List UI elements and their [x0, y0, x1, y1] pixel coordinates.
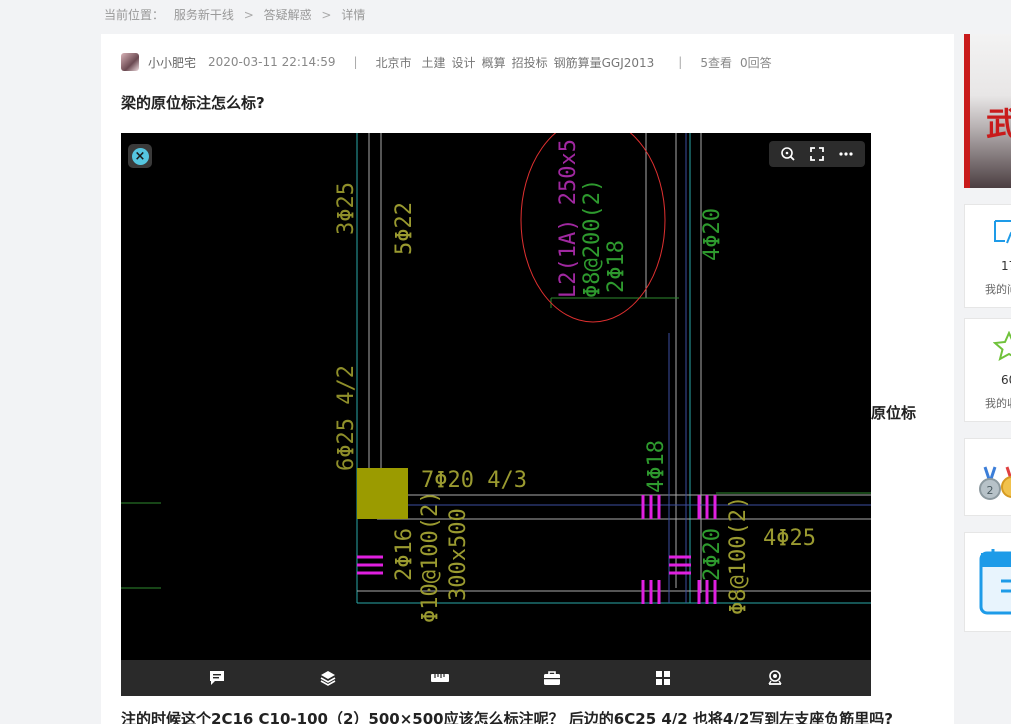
drawing-label: 5Φ22	[392, 202, 417, 255]
drawing-label: 7Φ20 4/3	[421, 468, 527, 493]
cad-drawing: 3Φ25 5Φ22 6Φ25 4/2 L2(1A) 250x5 Φ8@200(2…	[121, 133, 871, 623]
layers-button[interactable]	[316, 666, 340, 690]
zoom-button[interactable]	[777, 143, 799, 165]
drawing-label: Φ8@100(2)	[726, 496, 751, 615]
svg-text:2: 2	[987, 484, 994, 497]
drawing-label: 4Φ18	[644, 440, 669, 493]
grid-view-button[interactable]	[651, 666, 675, 690]
my-questions-count: 17	[1001, 259, 1011, 273]
post-meta: 小小肥宅 2020-03-11 22:14:59 | 北京市 土建 设计 概算 …	[121, 53, 772, 71]
edit-icon	[994, 220, 1011, 244]
drawing-label: 2Φ20	[700, 528, 725, 581]
close-icon: ×	[131, 147, 149, 165]
right-sidebar: 武 17 我的问 60 我的收 2	[964, 0, 1011, 724]
my-questions-label: 我的问	[985, 283, 1011, 296]
drawing-label: 3Φ25	[334, 182, 359, 235]
drawing-label: 2Φ18	[604, 240, 629, 293]
view-3d-button[interactable]	[763, 666, 787, 690]
fullscreen-button[interactable]	[806, 143, 828, 165]
more-button[interactable]	[835, 143, 857, 165]
banner-accent	[964, 34, 970, 188]
drawing-label: 4Φ20	[700, 208, 725, 261]
post-title: 梁的原位标注怎么标?	[121, 94, 265, 112]
star-icon	[993, 331, 1011, 361]
post-tag[interactable]: 钢筋算量GGJ2013	[554, 54, 655, 71]
cad-image-viewer[interactable]: 3Φ25 5Φ22 6Φ25 4/2 L2(1A) 250x5 Φ8@200(2…	[121, 133, 871, 696]
breadcrumb-current: 详情	[341, 8, 366, 22]
breadcrumb-link-home[interactable]: 服务新干线	[174, 8, 234, 22]
more-icon	[839, 152, 853, 156]
post-tag[interactable]: 招投标	[512, 54, 548, 71]
view-count: 5查看	[700, 55, 732, 70]
ruler-icon	[431, 674, 450, 682]
drawing-label: 4Φ25	[763, 526, 816, 551]
post-tag[interactable]: 土建	[422, 54, 446, 71]
breadcrumb-prefix: 当前位置：	[104, 8, 165, 22]
drawing-label: Φ8@200(2)	[580, 179, 605, 298]
my-favorites-card[interactable]: 60 我的收	[964, 318, 1011, 422]
medal-icon: 2	[979, 466, 1011, 500]
post-datetime: 2020-03-11 22:14:59	[208, 55, 336, 69]
my-questions-card[interactable]: 17 我的问	[964, 204, 1011, 308]
medals-card[interactable]: 2	[964, 438, 1011, 516]
checkin-card[interactable]	[964, 532, 1011, 632]
fullscreen-icon	[810, 147, 824, 161]
meta-divider: |	[353, 55, 358, 69]
answer-count: 0回答	[739, 55, 772, 70]
briefcase-icon	[543, 671, 560, 685]
measure-button[interactable]	[428, 666, 452, 690]
breadcrumb: 当前位置： 服务新干线 > 答疑解惑 > 详情	[104, 6, 371, 23]
zoom-icon	[780, 147, 795, 161]
drawing-label: L2(1A) 250x5	[556, 139, 581, 298]
drawing-label: 300x500	[446, 508, 471, 601]
breadcrumb-link-qa[interactable]: 答疑解惑	[264, 8, 312, 22]
post-body-question: 注的时候这个2C16 C10-100（2）500×500应该怎么标注呢？ 后边的…	[121, 710, 893, 724]
author-name[interactable]: 小小肥宅	[148, 54, 196, 71]
viewer-close-button[interactable]: ×	[128, 144, 152, 168]
drawing-label: 2Φ16	[392, 528, 417, 581]
my-favorites-label: 我的收	[985, 397, 1011, 410]
viewer-bottom-toolbar	[121, 660, 871, 696]
drawing-label: Φ10@100(2)	[418, 491, 443, 623]
post-city: 北京市	[375, 55, 412, 70]
banner-glyph: 武	[986, 105, 1011, 143]
comment-button[interactable]	[205, 666, 229, 690]
eye-3d-icon	[768, 670, 782, 685]
layers-icon	[321, 671, 336, 686]
avatar[interactable]	[121, 53, 139, 71]
viewer-toolbar	[769, 141, 865, 167]
grid-icon	[656, 671, 671, 685]
post-card: 小小肥宅 2020-03-11 22:14:59 | 北京市 土建 设计 概算 …	[101, 34, 954, 724]
breadcrumb-separator: >	[243, 8, 254, 22]
comment-icon	[209, 671, 224, 685]
body-text-fragment: 原位标	[871, 404, 917, 422]
breadcrumb-separator: >	[321, 8, 332, 22]
calendar-icon	[979, 549, 1011, 615]
post-tag[interactable]: 设计	[452, 54, 476, 71]
toolbox-button[interactable]	[540, 666, 564, 690]
drawing-label: 6Φ25 4/2	[334, 365, 359, 471]
my-favorites-count: 60	[1001, 373, 1011, 387]
meta-divider: |	[678, 55, 683, 69]
post-tag[interactable]: 概算	[482, 54, 506, 71]
promo-banner[interactable]: 武	[964, 34, 1011, 188]
